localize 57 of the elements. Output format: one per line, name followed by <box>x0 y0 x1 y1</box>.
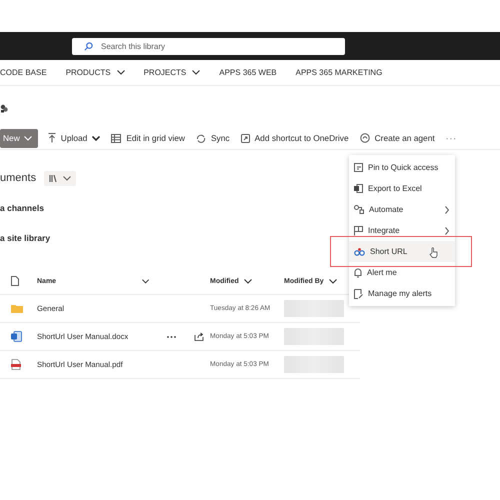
nav-link[interactable]: APPS 365 WEB <box>219 68 277 77</box>
hand-cursor-icon <box>429 247 438 258</box>
chevron-down-icon <box>24 136 32 140</box>
chevron-down-icon <box>92 136 100 140</box>
menu-item[interactable]: Integrate <box>349 220 455 241</box>
menu-item[interactable]: Pin to Quick access <box>349 157 455 178</box>
menu-item[interactable]: Export to Excel <box>349 178 455 199</box>
library-link[interactable]: a site library <box>0 230 50 246</box>
flow-icon <box>354 205 364 214</box>
command-button[interactable]: Upload <box>48 133 100 143</box>
redacted-block <box>284 300 344 317</box>
bell-icon <box>354 268 362 278</box>
word-document-icon <box>11 331 22 342</box>
command-button[interactable]: Create an agent <box>360 133 435 143</box>
menu-item[interactable]: Manage my alerts <box>349 283 455 304</box>
chevron-right-icon <box>445 226 449 234</box>
redacted-block <box>284 328 344 345</box>
new-button[interactable]: New <box>0 128 38 148</box>
chevron-right-icon <box>445 206 449 214</box>
file-type-icon <box>11 276 19 286</box>
view-switcher[interactable] <box>44 170 76 186</box>
command-button[interactable]: Sync <box>196 133 230 143</box>
command-button[interactable]: Add shortcut to OneDrive <box>240 133 349 143</box>
redacted-block <box>284 356 344 373</box>
sync-icon <box>196 134 206 142</box>
folder-icon <box>11 304 23 313</box>
share-icon[interactable] <box>194 332 204 341</box>
menu-item[interactable]: Alert me <box>349 262 455 283</box>
menu-item[interactable]: Automate <box>349 199 455 220</box>
library-view-icon <box>49 174 58 182</box>
link-icon <box>354 248 365 256</box>
grid-icon <box>111 134 122 142</box>
upload-icon <box>48 133 56 143</box>
site-logo-icon <box>0 104 8 113</box>
menu-item[interactable]: Short URL <box>349 241 455 262</box>
library-title: uments <box>0 172 36 184</box>
more-button[interactable]: ··· <box>446 133 458 143</box>
edit-note-icon <box>354 288 363 298</box>
search-icon <box>84 42 93 51</box>
library-link[interactable]: a channels <box>0 200 44 216</box>
nav-link[interactable]: PROJECTS <box>144 68 200 77</box>
nav-link[interactable]: CODE BASE <box>0 68 47 77</box>
excel-icon <box>354 184 363 193</box>
pin-icon <box>354 163 363 172</box>
shortcut-icon <box>240 134 250 142</box>
pdf-document-icon <box>11 359 21 370</box>
command-button[interactable]: Edit in grid view <box>111 133 185 143</box>
search-field[interactable]: Search this library <box>72 38 345 55</box>
nav-link[interactable]: PRODUCTS <box>66 68 125 77</box>
chevron-down-icon <box>63 176 72 180</box>
search-placeholder: Search this library <box>101 42 166 51</box>
chevron-down-icon <box>328 278 337 284</box>
chevron-down-icon <box>244 278 252 284</box>
chevron-down-icon <box>116 70 125 75</box>
chevron-down-icon <box>142 278 149 284</box>
chevron-down-icon <box>192 70 200 75</box>
nav-link[interactable]: APPS 365 MARKETING <box>296 68 382 77</box>
